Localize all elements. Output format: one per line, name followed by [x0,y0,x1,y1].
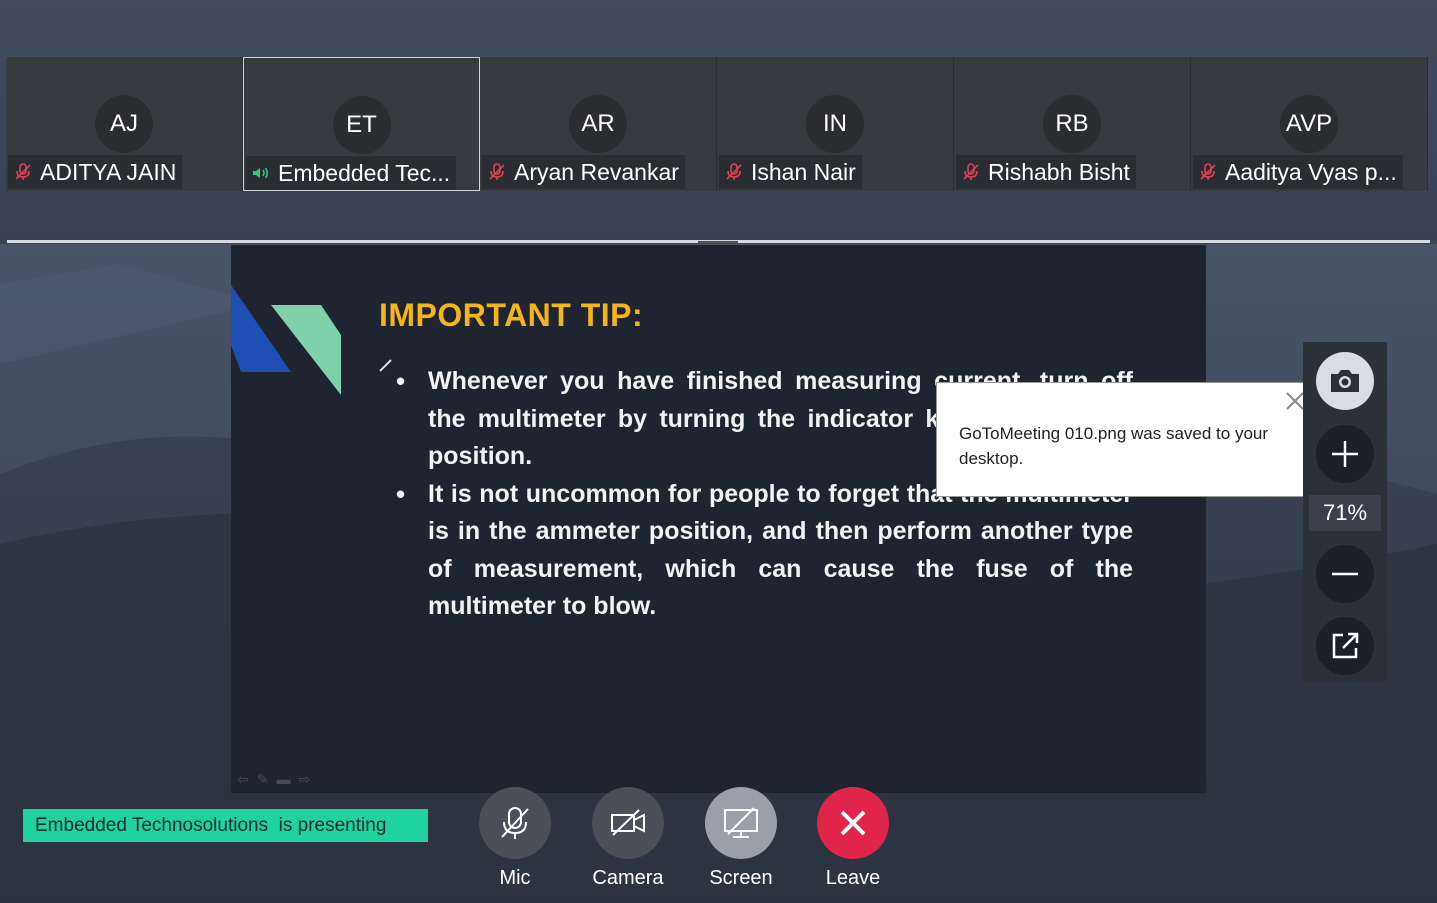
muted-mic-icon [486,163,508,181]
participant-name-tag: Rishabh Bisht [956,155,1136,189]
pointer-pen-icon [379,359,392,372]
participant-name: Ishan Nair [751,158,856,185]
leave-control[interactable]: Leave [793,787,913,890]
toast-message: GoToMeeting 010.png was saved to your de… [959,424,1269,468]
pen-icon[interactable]: ✎ [257,771,269,788]
muted-mic-icon [12,163,34,181]
zoom-panel: 71% [1303,342,1387,682]
participant-tile[interactable]: AR Aryan Revankar [480,57,717,191]
zoom-level: 71% [1309,495,1381,531]
participant-tile[interactable]: AVP Aaditya Vyas p... [1191,57,1428,191]
plus-icon [1332,441,1358,467]
leave-label: Leave [825,867,881,889]
mic-off-icon [501,807,529,839]
resize-handle[interactable] [698,241,738,243]
participant-name-tag: Ishan Nair [719,155,862,189]
slide-title: IMPORTANT TIP: [379,297,644,333]
leave-button[interactable] [817,787,889,859]
participant-tile[interactable]: RB Rishabh Bisht [954,57,1191,191]
avatar: RB [1043,95,1101,153]
participant-tile[interactable]: IN Ishan Nair [717,57,954,191]
muted-mic-icon [960,163,982,181]
screen-share-icon [724,807,758,838]
avatar: AJ [95,95,153,153]
participant-tile[interactable]: ET Embedded Tec... [243,57,480,191]
popout-button[interactable] [1316,617,1374,675]
participant-tiles: AJ ADITYA JAIN ET Embedded Tec... AR Ary… [6,57,1430,191]
screen-label: Screen [709,867,773,889]
participants-bar: AJ ADITYA JAIN ET Embedded Tec... AR Ary… [0,0,1437,240]
participant-tile[interactable]: AJ ADITYA JAIN [6,57,243,191]
back-arrow-icon[interactable]: ⇦ [237,771,249,788]
mic-label: Mic [499,867,531,889]
shared-slide: IMPORTANT TIP: Whenever you have finishe… [231,245,1206,793]
forward-arrow-icon[interactable]: ⇨ [298,771,310,788]
muted-mic-icon [723,163,745,181]
slide-decoration [231,285,341,395]
presenter-banner: Embedded Technosolutions is presenting [23,809,428,842]
participant-name: ADITYA JAIN [40,158,177,185]
camera-label: Camera [592,867,664,889]
screenshot-saved-toast: GoToMeeting 010.png was saved to your de… [936,382,1314,497]
zoom-out-button[interactable] [1316,545,1374,603]
avatar: IN [806,95,864,153]
participant-name-tag: ADITYA JAIN [8,155,183,189]
slide-bullet: It is not uncommon for people to forget … [396,476,1133,626]
slide-toolbar: ⇦ ✎ ▬ ⇨ [237,771,310,788]
participant-name-tag: Aaditya Vyas p... [1193,155,1403,189]
screenshot-button[interactable] [1316,352,1374,410]
participant-name: Aaditya Vyas p... [1225,158,1397,185]
mic-button[interactable] [479,787,551,859]
participant-name: Embedded Tec... [278,159,451,186]
camera-icon [1331,370,1359,392]
zoom-in-button[interactable] [1316,425,1374,483]
participant-name: Rishabh Bisht [988,158,1130,185]
camera-control[interactable]: Camera [568,787,688,890]
participant-name-tag: Aryan Revankar [482,155,685,189]
screen-icon[interactable]: ▬ [276,771,290,788]
participant-name: Aryan Revankar [514,158,679,185]
mic-control[interactable]: Mic [455,787,575,890]
screen-button[interactable] [705,787,777,859]
close-x-icon [840,810,866,836]
muted-mic-icon [1197,163,1219,181]
participant-name-tag: Embedded Tec... [246,156,457,190]
screen-control[interactable]: Screen [681,787,801,890]
external-link-icon [1332,632,1359,659]
speaker-icon [250,166,272,180]
camera-button[interactable] [592,787,664,859]
camera-off-icon [611,809,645,836]
minus-icon [1332,572,1358,576]
avatar: AR [569,95,627,153]
avatar: ET [332,96,391,154]
avatar: AVP [1280,95,1338,153]
